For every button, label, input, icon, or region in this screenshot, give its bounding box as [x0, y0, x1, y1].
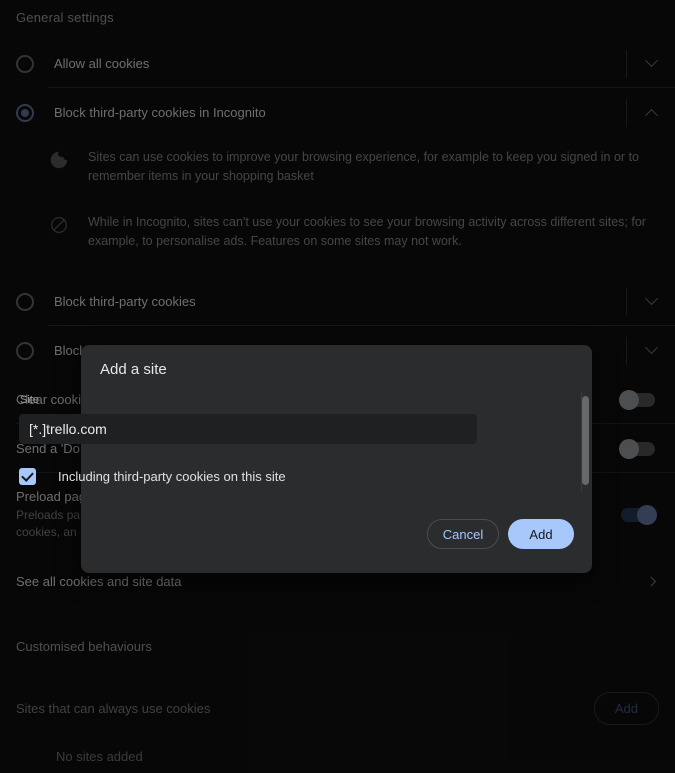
include-third-party-checkbox[interactable]	[19, 468, 36, 485]
dialog-title: Add a site	[100, 361, 167, 378]
site-field-label: Site	[20, 394, 39, 406]
include-third-party-checkbox-row[interactable]: Including third-party cookies on this si…	[19, 468, 286, 485]
site-input[interactable]	[19, 414, 477, 444]
dialog-scrollbar-thumb[interactable]	[582, 396, 589, 485]
include-third-party-label: Including third-party cookies on this si…	[58, 469, 286, 484]
dialog-add-button[interactable]: Add	[508, 519, 574, 549]
settings-page: General settings Allow all cookies Block…	[0, 0, 675, 773]
dialog-cancel-button[interactable]: Cancel	[427, 519, 499, 549]
